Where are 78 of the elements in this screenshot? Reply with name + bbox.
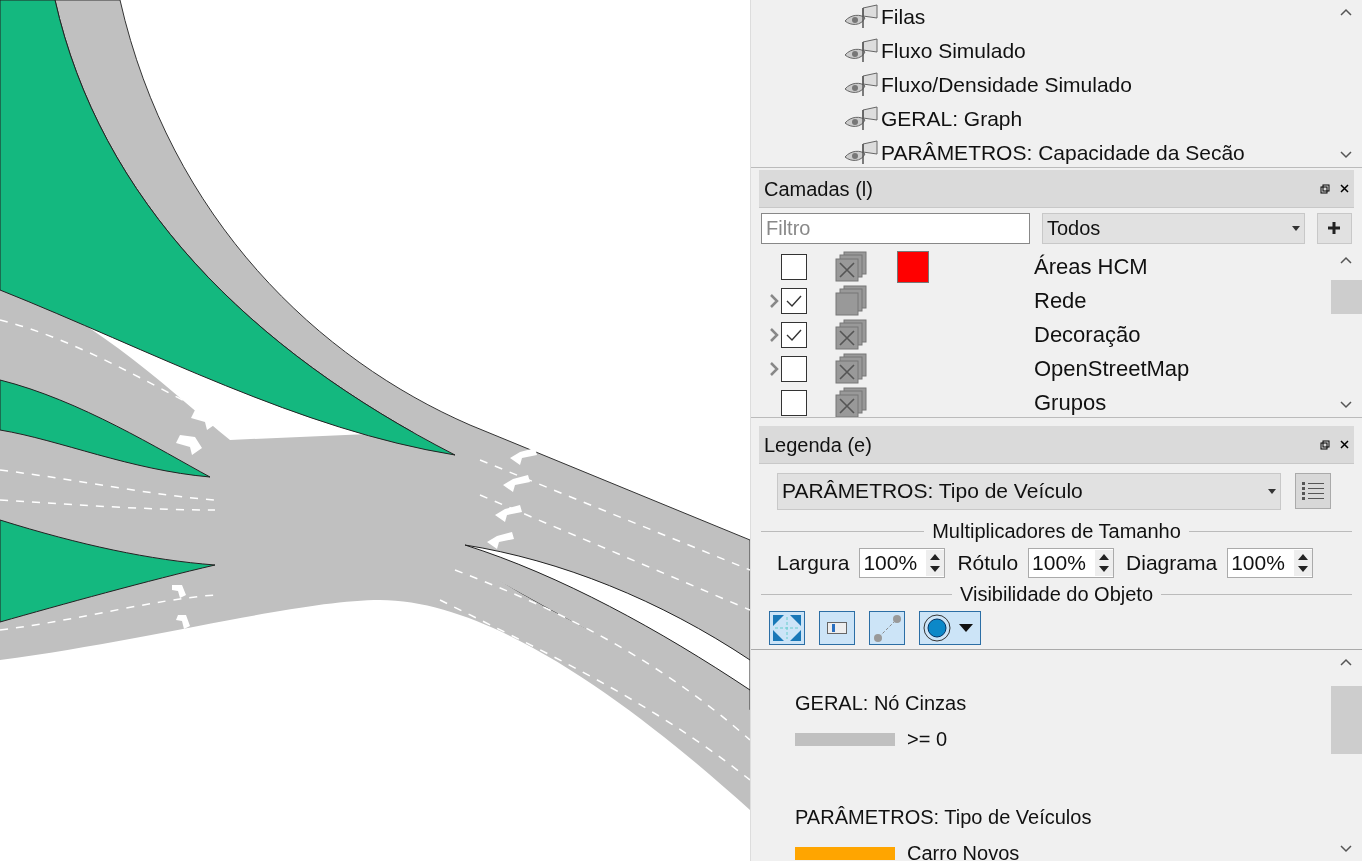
tree-item[interactable]: GERAL: Graph [881,107,1023,131]
spin-arrows-icon[interactable] [1294,550,1313,576]
scroll-down-icon[interactable] [1340,401,1352,409]
section-heading: Visibilidade do Objeto [959,582,1154,607]
hidden-layer-icon[interactable] [834,387,868,417]
layer-icon[interactable] [834,285,868,317]
legend-list-button[interactable] [1295,473,1331,509]
layer-name[interactable]: Decoração [1034,322,1141,348]
close-icon[interactable] [1340,184,1349,193]
hidden-layer-icon[interactable] [834,353,868,385]
tree-item[interactable]: Fluxo/Densidade Simulado [881,73,1132,97]
add-button[interactable] [1316,212,1352,244]
eye-flag-icon [843,140,879,166]
percent-spinbox[interactable]: 100% [1227,548,1314,578]
scroll-down-icon[interactable] [1340,151,1352,159]
multiplier-label: Diagrama [1126,550,1218,577]
label-icon [827,621,847,634]
scrollbar-thumb[interactable] [1331,686,1362,754]
dropdown-caret-icon [1291,225,1300,231]
eye-flag-icon [843,72,879,98]
multiplier-label: Rótulo [957,550,1019,577]
dropdown-caret-icon [958,622,974,633]
object-visibility-dropdown[interactable] [919,610,981,645]
tree-item[interactable]: Fluxo Simulado [881,39,1026,63]
expand-chevron-icon[interactable] [769,294,779,308]
scrollbar-thumb[interactable] [1331,280,1362,314]
layer-name[interactable]: Áreas HCM [1034,254,1148,280]
connected-nodes-icon [872,612,902,643]
float-icon[interactable] [1320,439,1330,450]
scroll-up-icon[interactable] [1340,8,1352,16]
legend-item-label: Carro Novos [907,841,1020,861]
close-icon[interactable] [1340,440,1349,449]
four-arrows-icon [772,613,802,642]
expand-chevron-icon[interactable] [769,328,779,342]
float-icon[interactable] [1320,183,1330,194]
panel-title: Camadas (l) [764,176,874,202]
multiplier-label: Largura [777,550,850,577]
percent-spinbox[interactable]: 100% [1028,548,1115,578]
legend-item-label: >= 0 [907,727,948,752]
percent-spinbox[interactable]: 100% [859,548,946,578]
layer-checkbox[interactable] [781,390,807,416]
layer-checkbox[interactable] [781,322,807,348]
spin-arrows-icon[interactable] [926,550,945,576]
list-icon [1300,479,1326,503]
legend-section-title: PARÂMETROS: Tipo de Veículos [795,805,1093,828]
spin-arrows-icon[interactable] [1095,550,1114,576]
layer-name[interactable]: Grupos [1034,390,1107,416]
legend-section-title: GERAL: Nó Cinzas [795,691,968,714]
layer-checkbox[interactable] [781,254,807,280]
hidden-layer-icon[interactable] [834,319,868,351]
eye-flag-icon [843,106,879,132]
filter-field[interactable]: Filtro [761,212,1030,244]
layer-checkbox[interactable] [781,356,807,382]
eye-flag-icon [843,38,879,64]
plus-icon [1327,221,1342,235]
scroll-up-icon[interactable] [1340,256,1352,264]
eye-flag-icon [843,4,879,30]
expand-chevron-icon[interactable] [769,362,779,376]
legend-dropdown[interactable]: PARÂMETROS: Tipo de Veículo [777,472,1281,510]
checkmark-icon [785,328,803,342]
layer-name[interactable]: OpenStreetMap [1034,356,1190,382]
circle-icon [920,611,954,644]
tree-item[interactable]: PARÂMETROS: Capacidade da Secão [881,141,1245,165]
checkmark-icon [785,294,803,308]
label-visibility-button[interactable] [819,610,855,645]
node-visibility-button[interactable] [769,610,805,645]
hidden-layer-icon[interactable] [834,251,868,283]
panel-title: Legenda (e) [764,432,873,458]
link-visibility-button[interactable] [869,610,905,645]
filter-dropdown[interactable]: Todos [1042,212,1305,244]
scroll-up-icon[interactable] [1340,658,1352,666]
section-heading: Multiplicadores de Tamanho [932,519,1181,544]
tree-item[interactable]: Filas [881,5,926,29]
layer-checkbox[interactable] [781,288,807,314]
layer-color-swatch[interactable] [897,251,929,283]
layer-name[interactable]: Rede [1034,288,1087,314]
scroll-down-icon[interactable] [1340,845,1352,853]
dropdown-caret-icon [1268,488,1276,494]
